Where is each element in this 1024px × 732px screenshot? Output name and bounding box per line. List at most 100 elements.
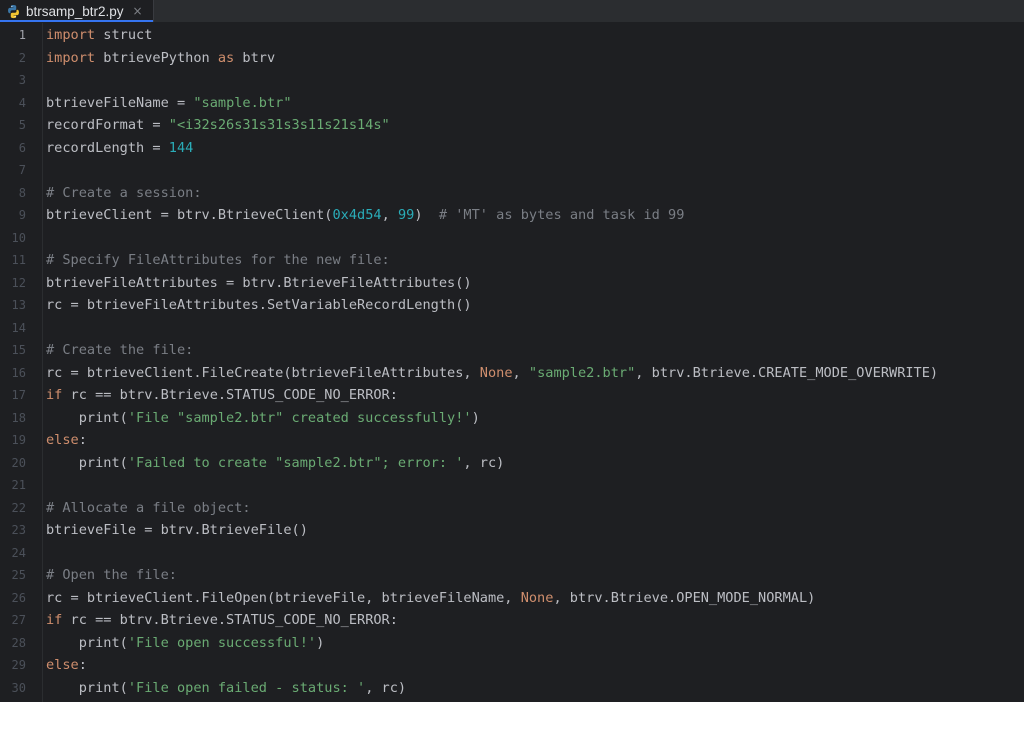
code-token: , btrv.Btrieve.CREATE_MODE_OVERWRITE) <box>635 364 939 381</box>
code-token: "sample2.btr" <box>528 364 636 381</box>
line-number: 15 <box>11 343 26 357</box>
code-line[interactable]: 24 <box>0 542 1024 565</box>
code-line[interactable]: 11 # Specify FileAttributes for the new f… <box>0 249 1024 272</box>
code-line-text: # Open the file: <box>46 564 177 587</box>
code-line-text: # Create the file: <box>46 339 193 362</box>
code-line[interactable]: 20 print('Failed to create "sample2.btr"… <box>0 452 1024 475</box>
code-line[interactable]: 9 btrieveClient = btrv.BtrieveClient(0x4d… <box>0 204 1024 227</box>
code-token: 'File "sample2.btr" created successfully… <box>127 409 472 426</box>
line-number: 11 <box>11 253 26 267</box>
code-line[interactable]: 4 btrieveFileName = "sample.btr" <box>0 92 1024 115</box>
file-tab[interactable]: btrsamp_btr2.py × <box>0 0 154 22</box>
code-token: , <box>512 364 529 381</box>
code-line[interactable]: 1 import struct <box>0 24 1024 47</box>
code-token: btrieveFileAttributes = btrv.BtrieveFile… <box>46 274 472 291</box>
code-line-text: # Create a session: <box>46 182 202 205</box>
code-line[interactable]: 19 else: <box>0 429 1024 452</box>
line-number: 20 <box>11 455 26 470</box>
code-line[interactable]: 25 # Open the file: <box>0 564 1024 587</box>
code-token: 0x4d54 <box>332 207 382 223</box>
code-token: recordLength = <box>46 139 169 156</box>
code-line[interactable]: 14 <box>0 317 1024 340</box>
code-line[interactable]: 2 import btrievePython as btrv <box>0 47 1024 70</box>
code-token: recordFormat = <box>46 117 169 133</box>
close-tab-icon[interactable]: × <box>133 5 143 17</box>
code-token: print( <box>46 679 128 696</box>
code-line-text: recordFormat = "<i32s26s31s31s3s11s21s14… <box>46 114 390 137</box>
code-line-text: # Specify FileAttributes for the new fil… <box>46 249 390 272</box>
code-token: , <box>381 207 398 223</box>
code-line[interactable]: 18 print('File "sample2.btr" created suc… <box>0 407 1024 430</box>
code-token: None <box>520 589 554 606</box>
code-line[interactable]: 10 <box>0 227 1024 250</box>
code-line[interactable]: 26 rc = btrieveClient.FileOpen(btrieveFil… <box>0 587 1024 610</box>
line-number: 6 <box>18 140 26 155</box>
line-number: 29 <box>11 658 26 672</box>
code-line-text: btrieveFileName = "sample.btr" <box>46 92 292 115</box>
code-line[interactable]: 22 # Allocate a file object: <box>0 497 1024 520</box>
code-line[interactable]: 15 # Create the file: <box>0 339 1024 362</box>
line-number: 7 <box>18 163 26 177</box>
line-number: 26 <box>11 590 26 605</box>
code-line-text: if rc == btrv.Btrieve.STATUS_CODE_NO_ERR… <box>46 609 398 632</box>
code-token: if <box>46 612 63 628</box>
line-number: 10 <box>11 230 26 245</box>
code-line-text: print('File open failed - status: ', rc) <box>46 677 406 700</box>
line-number: 25 <box>11 568 26 582</box>
code-token: print( <box>46 409 128 426</box>
line-number: 27 <box>11 613 26 627</box>
code-token: if <box>46 387 63 403</box>
line-number: 1 <box>18 28 26 42</box>
code-token: 99 <box>397 207 415 223</box>
line-number: 24 <box>11 545 26 560</box>
line-number: 14 <box>11 320 26 335</box>
line-number: 21 <box>11 478 26 492</box>
code-line-text: else: <box>46 429 87 452</box>
line-number: 30 <box>11 680 26 695</box>
code-line[interactable]: 28 print('File open successful!') <box>0 632 1024 655</box>
code-line[interactable]: 27 if rc == btrv.Btrieve.STATUS_CODE_NO_E… <box>0 609 1024 632</box>
code-token: : <box>78 657 87 673</box>
code-token: # Allocate a file object: <box>46 499 251 516</box>
line-number: 17 <box>11 388 26 402</box>
code-area[interactable]: 1 import struct 2 import btrievePython as b… <box>0 24 1024 699</box>
code-line[interactable]: 29 else: <box>0 654 1024 677</box>
line-number: 28 <box>11 635 26 650</box>
code-line[interactable]: 5 recordFormat = "<i32s26s31s31s3s11s21s1… <box>0 114 1024 137</box>
file-tab-label: btrsamp_btr2.py <box>26 3 124 19</box>
code-line[interactable]: 21 <box>0 474 1024 497</box>
code-token: 'File open failed - status: ' <box>127 679 366 696</box>
code-line[interactable]: 30 print('File open failed - status: ', … <box>0 677 1024 700</box>
code-line[interactable]: 16 rc = btrieveClient.FileCreate(btrieveF… <box>0 362 1024 385</box>
code-line[interactable]: 8 # Create a session: <box>0 182 1024 205</box>
code-token: btrieveFileName = <box>46 94 194 111</box>
code-token: btrievePython <box>95 49 218 66</box>
line-number: 3 <box>18 73 26 87</box>
code-editor[interactable]: btrsamp_btr2.py × 1 import struct 2 import … <box>0 0 1024 702</box>
line-number: 9 <box>18 208 26 222</box>
code-line[interactable]: 12 btrieveFileAttributes = btrv.BtrieveFi… <box>0 272 1024 295</box>
code-line-text: import btrievePython as btrv <box>46 47 275 70</box>
code-line[interactable]: 17 if rc == btrv.Btrieve.STATUS_CODE_NO_E… <box>0 384 1024 407</box>
code-token: "sample.btr" <box>193 94 292 111</box>
code-token: rc == btrv.Btrieve.STATUS_CODE_NO_ERROR: <box>62 612 398 628</box>
code-line-text: # Allocate a file object: <box>46 497 251 520</box>
code-token: 'File open successful!' <box>127 634 317 651</box>
code-line-text: btrieveFileAttributes = btrv.BtrieveFile… <box>46 272 472 295</box>
code-token: # Specify FileAttributes for the new fil… <box>46 252 390 268</box>
editor-tab-bar: btrsamp_btr2.py × <box>0 0 1024 23</box>
code-token: rc = btrieveFileAttributes.SetVariableRe… <box>46 297 472 313</box>
code-line-text: print('Failed to create "sample2.btr"; e… <box>46 452 505 475</box>
code-line[interactable]: 23 btrieveFile = btrv.BtrieveFile() <box>0 519 1024 542</box>
line-number: 8 <box>18 185 26 200</box>
code-token: else <box>46 657 79 673</box>
code-token: # Open the file: <box>46 567 177 583</box>
code-token: btrv <box>234 49 276 66</box>
code-token: else <box>46 432 79 448</box>
code-token: import <box>46 27 96 43</box>
code-line[interactable]: 7 <box>0 159 1024 182</box>
code-line[interactable]: 13 rc = btrieveFileAttributes.SetVariable… <box>0 294 1024 317</box>
code-line[interactable]: 3 <box>0 69 1024 92</box>
code-token: rc = btrieveClient.FileCreate(btrieveFil… <box>46 364 480 381</box>
code-line[interactable]: 6 recordLength = 144 <box>0 137 1024 160</box>
